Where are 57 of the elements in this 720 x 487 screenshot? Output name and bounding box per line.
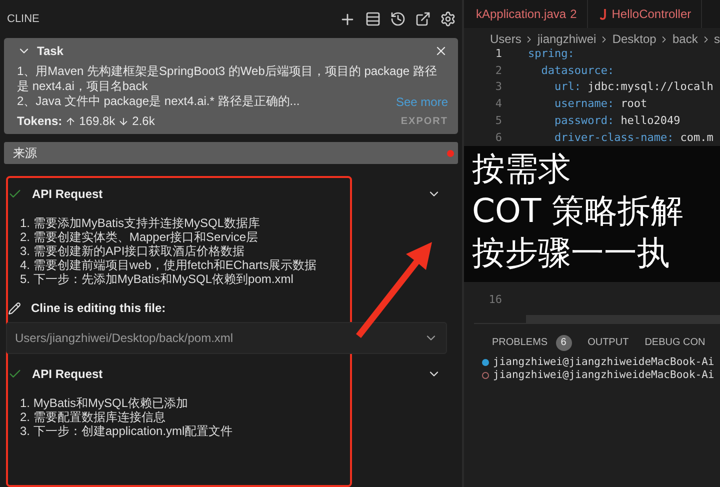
- tokens-down: 2.6k: [132, 114, 155, 128]
- message-title: API Request: [32, 367, 104, 381]
- task-text: 2、Java 文件中 package是 next4.ai.* 路径是正确的...: [17, 94, 300, 109]
- count-badge: 6: [556, 334, 572, 351]
- list-item: 1. MyBatis和MySQL依赖已添加: [20, 396, 190, 410]
- list-icon[interactable]: [365, 10, 381, 26]
- breadcrumb[interactable]: back: [672, 32, 698, 46]
- source-field[interactable]: 来源: [4, 142, 458, 164]
- code-line: url: jdbc:mysql://localh: [553, 79, 714, 96]
- annotation-text: 按需求: [472, 148, 572, 190]
- message-title: Cline is editing this file:: [31, 301, 166, 315]
- panel-title: CLINE: [7, 13, 40, 25]
- code-line: driver-class-name: com.m: [553, 130, 714, 146]
- tokens-up: 169.8k: [79, 114, 116, 128]
- arrow-down-icon: [118, 116, 130, 126]
- message-title: API Request: [32, 187, 104, 201]
- panel-tab[interactable]: PROBLEMS 6: [492, 334, 572, 351]
- settings-icon[interactable]: [440, 10, 456, 26]
- tokens-label: Tokens:: [17, 114, 62, 128]
- code-line: datasource:: [540, 62, 614, 79]
- line-number: 2: [494, 62, 503, 79]
- arrow-up-icon: [65, 116, 76, 126]
- panel-tab[interactable]: DEBUG CON: [644, 337, 706, 348]
- breadcrumb[interactable]: Desktop: [612, 32, 656, 46]
- annotation-text: 按步骤一一执: [472, 232, 671, 274]
- list-item: 2. 需要配置数据库连接信息: [20, 410, 166, 424]
- breadcrumb[interactable]: jiangzhiwei: [537, 32, 596, 46]
- task-title: Task: [37, 44, 64, 58]
- line-number: 6: [494, 130, 503, 146]
- list-item: 1. 需要添加MyBatis支持并连接MySQL数据库: [20, 216, 262, 230]
- history-icon[interactable]: [390, 10, 406, 26]
- annotation-text: COT 策略拆解: [472, 190, 685, 232]
- list-item: 3. 下一步：创建application.yml配置文件: [20, 424, 234, 438]
- pencil-icon: [8, 302, 21, 314]
- code-line: password: hello2049: [553, 112, 680, 129]
- terminal-line: jiangzhiwei@jiangzhiweideMacBook-Ai: [493, 356, 714, 369]
- external-link-icon[interactable]: [415, 10, 431, 26]
- close-icon[interactable]: [434, 44, 448, 58]
- line-number: 16: [488, 292, 503, 308]
- breadcrumb[interactable]: Users: [490, 32, 522, 46]
- code-line: username: root: [553, 96, 648, 112]
- breadcrumb[interactable]: s: [714, 32, 720, 46]
- status-dot: [447, 150, 454, 156]
- list-item: 5. 下一步：先添加MyBatis和MySQL依赖到pom.xml: [20, 272, 294, 286]
- panel-tab[interactable]: OUTPUT: [588, 337, 629, 348]
- line-number: 1: [494, 46, 503, 62]
- hook-icon: [600, 8, 608, 20]
- file-path-field[interactable]: Users/jiangzhiwei/Desktop/back/pom.xml: [6, 322, 447, 354]
- list-item: 4. 需要创建前端项目web，使用fetch和ECharts展示数据: [20, 258, 318, 272]
- list-item: 2. 需要创建实体类、Mapper接口和Service层: [20, 230, 260, 244]
- terminal-line: jiangzhiwei@jiangzhiweideMacBook-Ai: [493, 368, 714, 382]
- code-line: spring:: [528, 46, 574, 62]
- list-item: 3. 需要创建新的API接口获取酒店价格数据: [20, 244, 246, 258]
- line-number: 4: [494, 96, 503, 112]
- task-text: 1、用Maven 先构建框架是SpringBoot3 的Web后端项目，项目的 package 路径是 next4.ai，项目名back: [17, 64, 438, 94]
- line-number: 5: [494, 112, 503, 129]
- line-number: 3: [494, 79, 503, 96]
